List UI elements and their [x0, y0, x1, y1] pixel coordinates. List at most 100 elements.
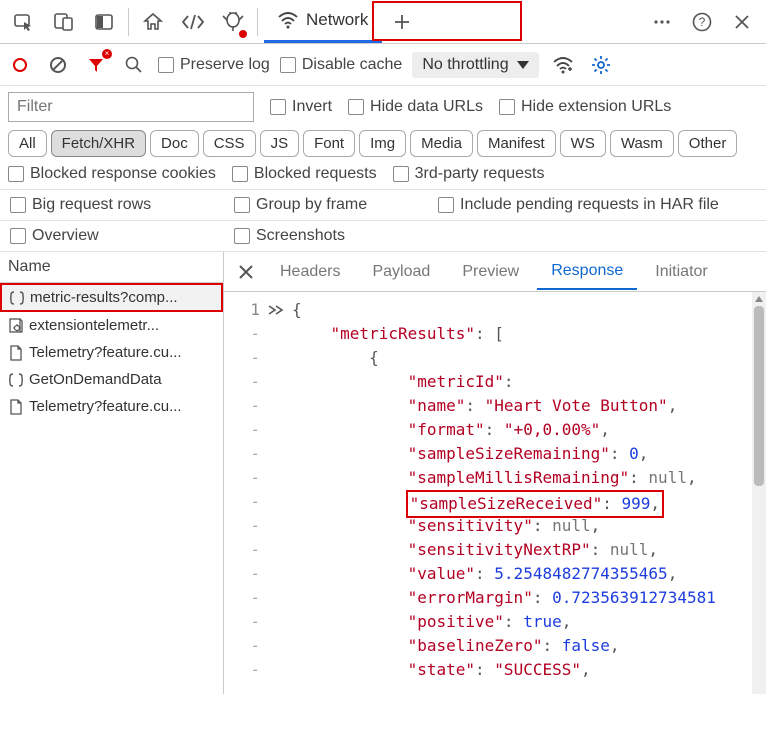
disable-cache-label: Disable cache [302, 56, 403, 74]
filter-pill-doc[interactable]: Doc [150, 130, 199, 157]
file-type-icon [10, 290, 24, 306]
filter-pill-fetchxhr[interactable]: Fetch/XHR [51, 130, 146, 157]
hide-data-urls-label: Hide data URLs [370, 98, 483, 116]
fold-gutter [264, 292, 288, 694]
fold-expand-icon[interactable] [264, 298, 288, 322]
close-devtools-icon[interactable] [722, 2, 762, 42]
include-pending-label: Include pending requests in HAR file [460, 196, 719, 214]
tab-initiator[interactable]: Initiator [641, 255, 721, 289]
screenshots-label: Screenshots [256, 227, 345, 245]
filter-pill-font[interactable]: Font [303, 130, 355, 157]
search-icon[interactable] [120, 51, 148, 79]
filter-input[interactable] [8, 92, 254, 122]
record-button[interactable] [6, 51, 34, 79]
group-frame-label: Group by frame [256, 196, 367, 214]
devtools-tab-bar: Network ? [0, 0, 766, 44]
disable-cache-checkbox[interactable]: Disable cache [280, 56, 403, 74]
overview-checkbox[interactable]: Overview [10, 227, 210, 245]
filter-pill-ws[interactable]: WS [560, 130, 606, 157]
dock-icon[interactable] [84, 2, 124, 42]
resource-type-filters: AllFetch/XHRDocCSSJSFontImgMediaManifest… [8, 130, 758, 157]
file-type-icon [9, 318, 23, 334]
detail-tabs: Headers Payload Preview Response Initiat… [224, 252, 766, 292]
preserve-log-label: Preserve log [180, 56, 270, 74]
name-column-header: Name [0, 252, 223, 283]
request-item[interactable]: GetOnDemandData [0, 366, 223, 393]
help-icon[interactable]: ? [682, 2, 722, 42]
request-name: GetOnDemandData [29, 371, 162, 388]
filter-pill-css[interactable]: CSS [203, 130, 256, 157]
request-name: extensiontelemetr... [29, 317, 159, 334]
filter-toggle-icon[interactable]: × [82, 51, 110, 79]
request-name: Telemetry?feature.cu... [29, 398, 182, 415]
filter-pill-manifest[interactable]: Manifest [477, 130, 556, 157]
tab-headers[interactable]: Headers [266, 255, 354, 289]
hide-ext-urls-checkbox[interactable]: Hide extension URLs [499, 98, 671, 116]
invert-label: Invert [292, 98, 332, 116]
sources-tab-icon[interactable] [213, 2, 253, 42]
network-tab-label: Network [306, 10, 368, 30]
clear-button[interactable] [44, 51, 72, 79]
file-type-icon [9, 399, 23, 415]
request-item[interactable]: Telemetry?feature.cu... [0, 393, 223, 420]
file-type-icon [9, 372, 23, 388]
requests-list: metric-results?comp... extensiontelemetr.… [0, 283, 223, 420]
big-rows-checkbox[interactable]: Big request rows [10, 196, 210, 214]
tab-preview[interactable]: Preview [448, 255, 533, 289]
svg-text:?: ? [699, 15, 706, 29]
screenshots-checkbox[interactable]: Screenshots [234, 227, 345, 245]
response-body: 1 --- --- --- --- --- { "metricResults":… [224, 292, 766, 694]
line-gutter: 1 --- --- --- --- --- [224, 292, 264, 694]
new-tab-button[interactable] [382, 2, 422, 42]
scrollbar-up-icon[interactable] [752, 292, 766, 306]
blocked-requests-checkbox[interactable]: Blocked requests [232, 165, 377, 183]
third-party-label: 3rd-party requests [415, 165, 545, 183]
inspect-icon[interactable] [4, 2, 44, 42]
options-row-1: Big request rows Group by frame Include … [0, 190, 766, 221]
network-conditions-icon[interactable] [549, 51, 577, 79]
filter-pill-wasm[interactable]: Wasm [610, 130, 674, 157]
network-tab[interactable]: Network [264, 1, 382, 43]
filter-pill-img[interactable]: Img [359, 130, 406, 157]
request-item[interactable]: metric-results?comp... [0, 283, 223, 312]
json-content[interactable]: { "metricResults": [ { "metricId": "name… [288, 292, 766, 694]
scrollbar-thumb[interactable] [754, 306, 764, 486]
line-number: 1 [228, 298, 260, 322]
filter-pill-all[interactable]: All [8, 130, 47, 157]
filter-pill-other[interactable]: Other [678, 130, 738, 157]
include-pending-checkbox[interactable]: Include pending requests in HAR file [438, 196, 719, 214]
file-type-icon [9, 345, 23, 361]
welcome-tab-icon[interactable] [133, 2, 173, 42]
close-detail-icon[interactable] [230, 264, 262, 280]
options-row-2: Overview Screenshots [0, 221, 766, 252]
hide-data-urls-checkbox[interactable]: Hide data URLs [348, 98, 483, 116]
filter-bar: Invert Hide data URLs Hide extension URL… [0, 86, 766, 190]
group-frame-checkbox[interactable]: Group by frame [234, 196, 414, 214]
elements-tab-icon[interactable] [173, 2, 213, 42]
tab-payload[interactable]: Payload [358, 255, 444, 289]
tab-response[interactable]: Response [537, 254, 637, 290]
device-toggle-icon[interactable] [44, 2, 84, 42]
request-item[interactable]: Telemetry?feature.cu... [0, 339, 223, 366]
network-settings-icon[interactable] [587, 51, 615, 79]
throttling-select[interactable]: No throttling [412, 52, 538, 78]
overview-label: Overview [32, 227, 99, 245]
main-split: Name metric-results?comp... extensiontele… [0, 252, 766, 694]
hide-ext-urls-label: Hide extension URLs [521, 98, 671, 116]
wifi-icon [278, 11, 298, 29]
caret-down-icon [517, 61, 529, 69]
filter-pill-media[interactable]: Media [410, 130, 473, 157]
requests-panel: Name metric-results?comp... extensiontele… [0, 252, 224, 694]
filter-pill-js[interactable]: JS [260, 130, 300, 157]
preserve-log-checkbox[interactable]: Preserve log [158, 56, 270, 74]
third-party-checkbox[interactable]: 3rd-party requests [393, 165, 545, 183]
throttling-label: No throttling [422, 56, 508, 74]
network-toolbar: × Preserve log Disable cache No throttli… [0, 44, 766, 86]
blocked-resp-cookies-label: Blocked response cookies [30, 165, 216, 183]
request-name: metric-results?comp... [30, 289, 178, 306]
scrollbar[interactable] [752, 292, 766, 694]
blocked-resp-cookies-checkbox[interactable]: Blocked response cookies [8, 165, 216, 183]
more-options-icon[interactable] [642, 2, 682, 42]
invert-checkbox[interactable]: Invert [270, 98, 332, 116]
request-item[interactable]: extensiontelemetr... [0, 312, 223, 339]
